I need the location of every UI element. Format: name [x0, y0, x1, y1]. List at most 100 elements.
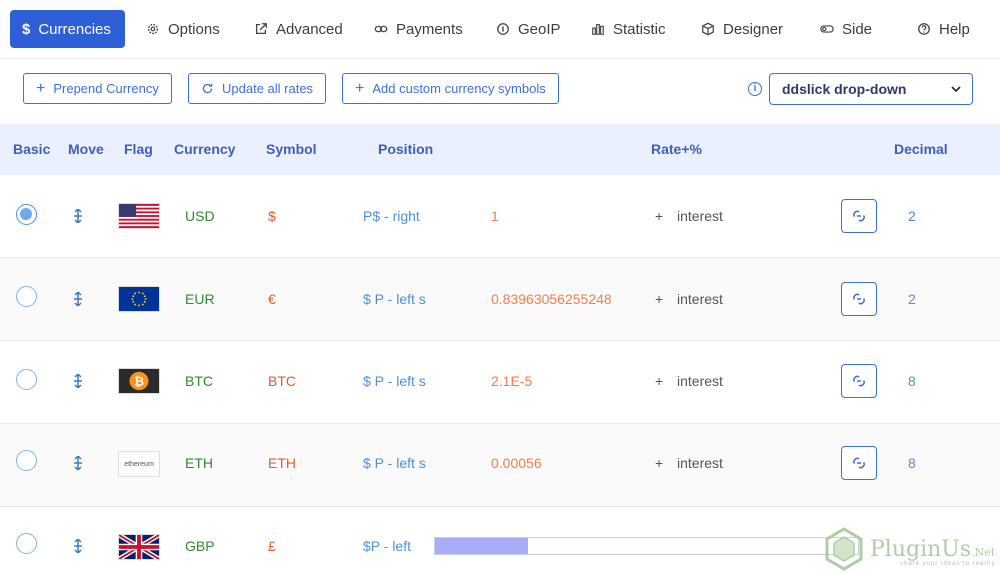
plus-sign: +: [655, 208, 664, 224]
progress-fill: [435, 538, 529, 554]
link-icon: [853, 457, 865, 469]
flag-uk-icon: [118, 534, 160, 560]
switcher-type-select[interactable]: ddslick drop-down: [769, 73, 973, 105]
tab-label: Help: [939, 20, 970, 38]
currency-position[interactable]: $P - left: [363, 538, 411, 554]
gear-icon: [147, 23, 159, 35]
currency-rate[interactable]: 1: [491, 208, 499, 224]
currency-symbol: BTC: [268, 373, 296, 389]
header-move: Move: [68, 141, 104, 157]
info-icon[interactable]: i: [748, 82, 762, 96]
plus-sign: +: [655, 291, 664, 307]
currency-decimal[interactable]: 8: [908, 373, 916, 389]
ethereum-flag-text: ethereum: [124, 460, 154, 468]
move-handle-icon[interactable]: [72, 539, 84, 553]
flag-ethereum-icon: ethereum: [118, 451, 160, 477]
link-icon: [853, 375, 865, 387]
get-rate-button[interactable]: [841, 282, 877, 316]
infinity-icon: [374, 25, 388, 33]
currency-rate[interactable]: 0.00056: [491, 455, 542, 471]
plus-sign: +: [655, 373, 664, 389]
tab-statistic[interactable]: Statistic: [579, 10, 678, 48]
basic-radio[interactable]: [16, 204, 37, 225]
move-handle-icon[interactable]: [72, 292, 84, 306]
bar-chart-icon: [592, 24, 604, 35]
basic-radio[interactable]: [16, 286, 37, 307]
tab-advanced[interactable]: Advanced: [242, 10, 355, 48]
tab-payments[interactable]: Payments: [362, 10, 475, 48]
table-row: EUR € $ P - left s 0.83963056255248 + in…: [0, 258, 1000, 341]
currency-decimal[interactable]: 2: [908, 291, 916, 307]
tab-options[interactable]: Options: [134, 10, 232, 48]
prepend-currency-button[interactable]: + Prepend Currency: [23, 73, 172, 104]
table-row: ethereum ETH ETH $ P - left s 0.00056 + …: [0, 424, 1000, 507]
header-currency: Currency: [174, 141, 236, 157]
tab-help[interactable]: Help: [905, 10, 982, 48]
header-rate: Rate+%: [651, 141, 702, 157]
watermark-tagline: share your ideas to reality: [900, 561, 996, 567]
get-rate-button[interactable]: [841, 364, 877, 398]
loading-progress-bar: [434, 537, 859, 555]
plus-sign: +: [655, 455, 664, 471]
currency-position[interactable]: $ P - left s: [363, 291, 426, 307]
interest-field[interactable]: interest: [677, 208, 723, 224]
currency-symbol: €: [268, 291, 276, 307]
table-row: USD $ P$ - right 1 + interest 2: [0, 175, 1000, 258]
header-basic: Basic: [13, 141, 51, 157]
interest-field[interactable]: interest: [677, 373, 723, 389]
button-label: Prepend Currency: [53, 81, 159, 96]
info-circle-icon: [497, 23, 509, 35]
move-handle-icon[interactable]: [72, 456, 84, 470]
link-icon: [853, 210, 865, 222]
basic-radio[interactable]: [16, 533, 37, 554]
link-icon: [853, 293, 865, 305]
tab-designer[interactable]: Designer: [689, 10, 795, 48]
toggle-icon: [820, 25, 834, 33]
move-handle-icon[interactable]: [72, 209, 84, 223]
refresh-icon: [202, 83, 213, 94]
table-header: Basic Move Flag Currency Symbol Position…: [0, 124, 1000, 175]
interest-field[interactable]: interest: [677, 455, 723, 471]
button-label: Update all rates: [222, 81, 314, 96]
add-custom-symbols-button[interactable]: + Add custom currency symbols: [342, 73, 559, 104]
move-handle-icon[interactable]: [72, 374, 84, 388]
get-rate-button[interactable]: [841, 199, 877, 233]
flag-bitcoin-icon: ₿: [118, 368, 160, 394]
svg-text:₿: ₿: [134, 375, 144, 389]
watermark-brand: PluginUs.Net: [870, 536, 996, 562]
question-circle-icon: [918, 23, 930, 35]
currency-symbol: $: [268, 208, 276, 224]
plus-icon: +: [355, 79, 365, 97]
select-value: ddslick drop-down: [782, 81, 907, 97]
currency-position[interactable]: P$ - right: [363, 208, 420, 224]
get-rate-button[interactable]: [841, 446, 877, 480]
plus-icon: +: [36, 79, 46, 97]
header-flag: Flag: [124, 141, 153, 157]
tab-side[interactable]: Side: [808, 10, 884, 48]
update-all-rates-button[interactable]: Update all rates: [188, 73, 327, 104]
interest-field[interactable]: interest: [677, 291, 723, 307]
external-link-icon: [255, 23, 267, 35]
header-decimal: Decimal: [894, 141, 948, 157]
currency-position[interactable]: $ P - left s: [363, 373, 426, 389]
chevron-down-icon: [951, 86, 961, 93]
pluginus-logo-icon: [825, 527, 863, 571]
tab-currencies[interactable]: $ Currencies: [10, 10, 125, 48]
currency-decimal[interactable]: 2: [908, 208, 916, 224]
main-tabs: $ Currencies Options Advanced Payments G…: [0, 0, 1000, 58]
tab-label: Side: [842, 20, 873, 38]
currency-position[interactable]: $ P - left s: [363, 455, 426, 471]
tab-geoip[interactable]: GeoIP: [484, 10, 573, 48]
currency-decimal[interactable]: 8: [908, 455, 916, 471]
button-label: Add custom currency symbols: [372, 81, 546, 96]
currency-rate[interactable]: 0.83963056255248: [491, 291, 612, 307]
header-symbol: Symbol: [266, 141, 317, 157]
basic-radio[interactable]: [16, 369, 37, 390]
tab-label: GeoIP: [518, 20, 561, 38]
currency-code: GBP: [185, 538, 215, 554]
tab-label: Payments: [396, 20, 463, 38]
currency-code: USD: [185, 208, 215, 224]
currency-rate[interactable]: 2.1E-5: [491, 373, 532, 389]
basic-radio[interactable]: [16, 450, 37, 471]
tab-label: Advanced: [276, 20, 343, 38]
